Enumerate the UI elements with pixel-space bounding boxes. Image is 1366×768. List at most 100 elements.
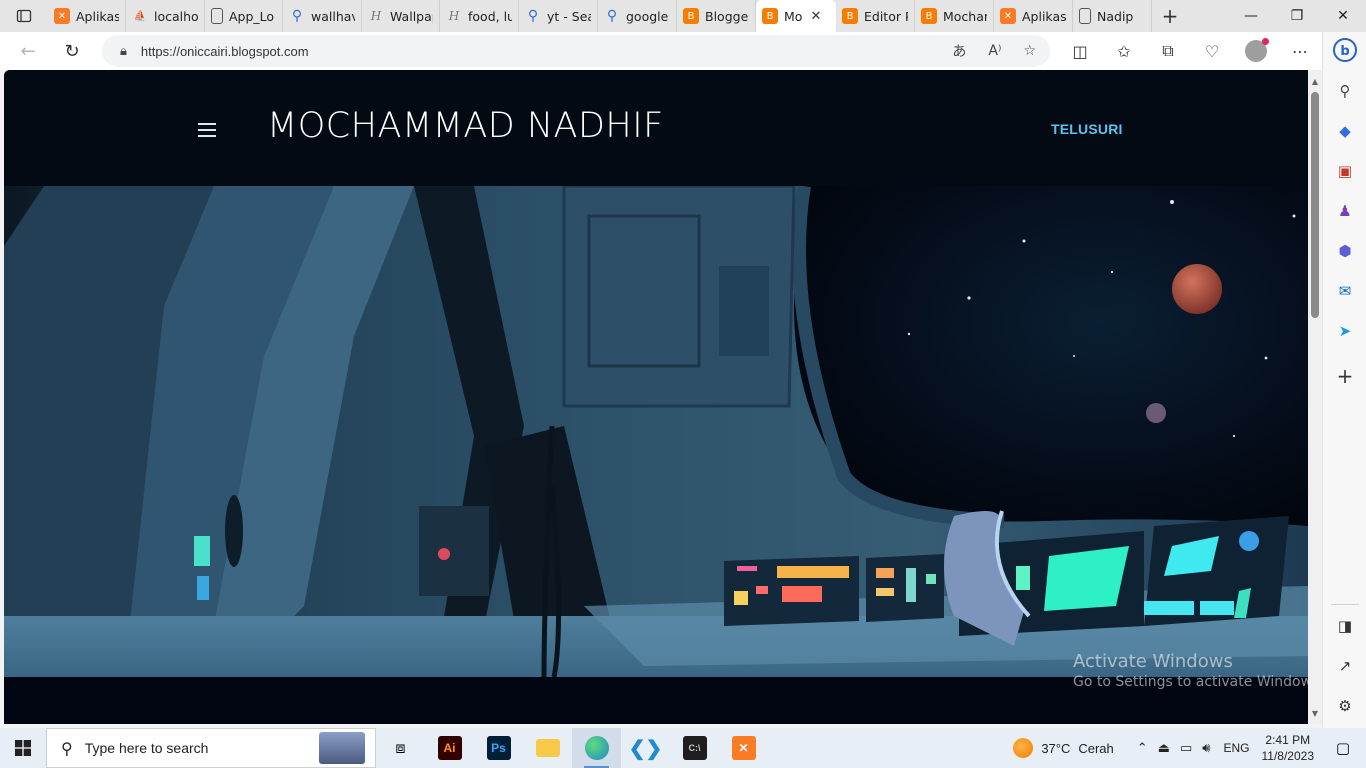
search-icon: ⚲	[1339, 82, 1351, 100]
performance-button[interactable]: ♡	[1190, 32, 1234, 70]
windows-logo-icon	[15, 740, 31, 756]
tab-food[interactable]: H food, lu	[440, 0, 519, 32]
explore-link[interactable]: TELUSURI	[1051, 121, 1123, 137]
close-tab-icon[interactable]: ✕	[810, 9, 821, 24]
bing-copilot-button[interactable]: b	[1323, 36, 1366, 64]
open-external-button[interactable]: ↗	[1323, 652, 1366, 680]
tab-app-lo[interactable]: App_Lo	[205, 0, 283, 32]
search-placeholder: Type here to search	[84, 740, 209, 756]
search-sidebar-button[interactable]: ⚲	[1323, 77, 1366, 105]
collections-button[interactable]: ⧉	[1146, 32, 1190, 70]
tools-button[interactable]: ▣	[1323, 157, 1366, 185]
favorites-icon: ✩	[1117, 41, 1131, 61]
shopping-button[interactable]: ◆	[1323, 117, 1366, 145]
blogger-icon: B	[921, 8, 937, 24]
task-view-button[interactable]: ⧈	[376, 728, 425, 768]
scroll-thumb[interactable]	[1311, 92, 1319, 318]
split-screen-button[interactable]: ◫	[1058, 32, 1102, 70]
minimize-button[interactable]: —	[1228, 0, 1274, 32]
edge-taskbar-button[interactable]	[572, 728, 621, 768]
games-button[interactable]: ♟	[1323, 197, 1366, 225]
close-window-button[interactable]: ✕	[1320, 0, 1366, 32]
tab-label: Wallpap	[390, 8, 433, 24]
profile-avatar[interactable]	[1245, 38, 1269, 62]
blogger-icon: B	[683, 8, 699, 24]
network-icon[interactable]: ▭	[1180, 741, 1192, 756]
chess-piece-icon: ♟	[1338, 202, 1352, 220]
hide-sidebar-button[interactable]: ◨	[1323, 612, 1366, 640]
drop-button[interactable]: ➤	[1323, 317, 1366, 345]
tab-mochan[interactable]: B Mochan	[915, 0, 994, 32]
search-icon: ⚲	[61, 738, 73, 758]
tab-mochammad-active[interactable]: B Mo ✕	[756, 0, 836, 32]
clock[interactable]: 2:41 PM 11/8/2023	[1262, 732, 1315, 764]
tab-wallhaven[interactable]: ⚲ wallhav	[283, 0, 362, 32]
minimize-icon: —	[1244, 8, 1258, 24]
chevron-up-icon[interactable]: ⌃	[1137, 741, 1148, 756]
vscode-taskbar-button[interactable]: ❮❯	[621, 728, 670, 768]
weather-widget[interactable]: 37°C Cerah	[1013, 738, 1114, 758]
scroll-up-icon[interactable]: ▲	[1308, 74, 1322, 88]
plus-icon: +	[1336, 364, 1354, 388]
watermark-subtitle: Go to Settings to activate Windows.	[1073, 674, 1308, 690]
blogger-icon: B	[842, 8, 858, 24]
hamburger-menu-icon[interactable]	[198, 123, 216, 137]
weather-temp: 37°C	[1041, 740, 1071, 756]
windows-taskbar: ⚲ Type here to search ⧈ Ai Ps ❮❯ C:\ ✕ 3…	[0, 728, 1366, 768]
tab-nadip[interactable]: Nadip	[1073, 0, 1152, 32]
read-aloud-icon[interactable]: A⁾	[988, 43, 1001, 59]
tab-wallpaper[interactable]: H Wallpap	[362, 0, 440, 32]
illustrator-icon: Ai	[437, 736, 462, 760]
file-explorer-taskbar-button[interactable]	[523, 728, 572, 768]
tab-label: yt - Sea	[547, 8, 591, 24]
bing-copilot-icon: b	[1333, 38, 1357, 62]
volume-icon[interactable]: 🔊︎	[1202, 741, 1210, 756]
taskbar-search-box[interactable]: ⚲ Type here to search	[46, 728, 376, 768]
tab-editor[interactable]: B Editor P	[836, 0, 915, 32]
scroll-down-icon[interactable]: ▼	[1308, 706, 1322, 720]
tab-yt-search[interactable]: ⚲ yt - Sea	[519, 0, 598, 32]
notification-center-button[interactable]: ▢	[1328, 728, 1358, 768]
start-button[interactable]	[0, 728, 46, 768]
more-dots-icon: ⋯	[1292, 41, 1308, 61]
page-scrollbar[interactable]: ▲ ▼	[1308, 70, 1322, 724]
address-bar[interactable]: 🔒︎ https://oniccairi.blogspot.com あ A⁾ ☆	[102, 35, 1050, 67]
site-header: MOCHAMMAD NADHIF TELUSURI	[4, 70, 1308, 186]
edge-sidebar: b ⚲ ◆ ▣ ♟ ⬢ ✉ ➤ + ◨ ↗ ⚙	[1322, 32, 1366, 728]
terminal-taskbar-button[interactable]: C:\	[670, 728, 719, 768]
refresh-button[interactable]: ↻	[52, 32, 92, 70]
tab-google[interactable]: ⚲ google	[598, 0, 677, 32]
new-tab-button[interactable]: +	[1152, 0, 1188, 32]
refresh-icon: ↻	[64, 40, 80, 62]
photoshop-taskbar-button[interactable]: Ps	[474, 728, 523, 768]
watermark-title: Activate Windows	[1073, 651, 1233, 672]
xampp-taskbar-button[interactable]: ✕	[719, 728, 768, 768]
add-sidebar-app-button[interactable]: +	[1323, 362, 1366, 390]
lock-icon[interactable]: 🔒︎	[120, 44, 127, 59]
xampp-icon: ✕	[1000, 8, 1016, 24]
xampp-icon: ✕	[54, 8, 70, 24]
tab-label: Mochan	[943, 8, 987, 24]
tab-aplikasi-2[interactable]: ✕ Aplikasi	[994, 0, 1073, 32]
tab-aplikasi[interactable]: ✕ Aplikasi	[48, 0, 126, 32]
tab-actions-button[interactable]	[0, 0, 48, 32]
restore-icon: ❐	[1290, 8, 1304, 24]
illustrator-taskbar-button[interactable]: Ai	[425, 728, 474, 768]
restore-button[interactable]: ❐	[1274, 0, 1320, 32]
favorite-star-icon[interactable]: ☆	[1023, 43, 1036, 59]
outlook-button[interactable]: ✉	[1323, 277, 1366, 305]
site-title[interactable]: MOCHAMMAD NADHIF	[267, 106, 664, 146]
tab-label: App_Lo	[229, 8, 275, 24]
back-button[interactable]: ←	[8, 32, 48, 70]
language-indicator[interactable]: ENG	[1223, 741, 1249, 755]
system-tray: 37°C Cerah ⌃ ⏏ ▭ 🔊︎ ENG 2:41 PM 11/8/202…	[1013, 728, 1366, 768]
tab-label: Aplikasi	[76, 8, 119, 24]
favorites-button[interactable]: ✩	[1102, 32, 1146, 70]
usb-icon[interactable]: ⏏	[1158, 741, 1170, 756]
sidebar-settings-button[interactable]: ⚙	[1323, 692, 1366, 720]
tab-blogger[interactable]: B Blogger	[677, 0, 756, 32]
settings-menu-button[interactable]: ⋯	[1278, 32, 1322, 70]
translate-icon[interactable]: あ	[952, 41, 966, 61]
tab-localhost[interactable]: ⛵ localhos	[126, 0, 205, 32]
office-button[interactable]: ⬢	[1323, 237, 1366, 265]
